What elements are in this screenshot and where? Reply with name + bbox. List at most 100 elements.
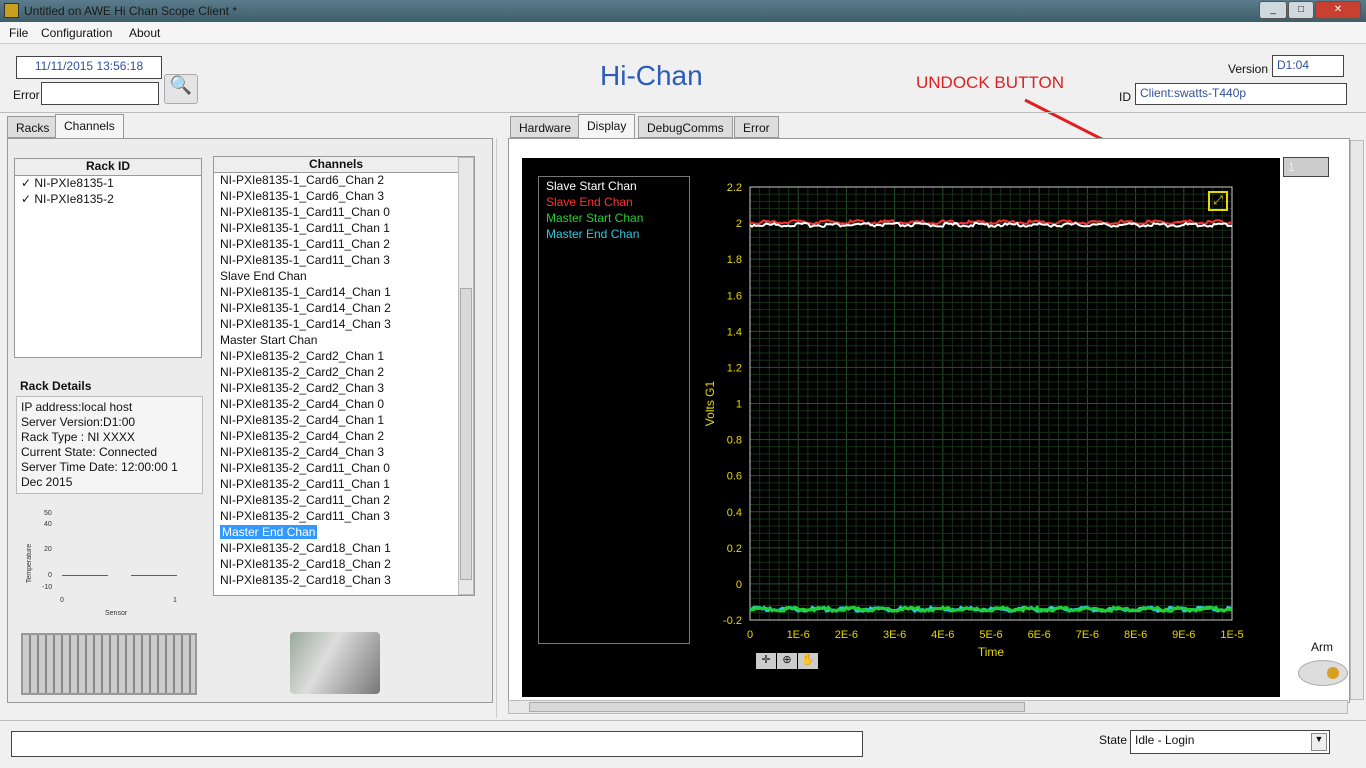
channel-item[interactable]: NI-PXIe8135-2_Card4_Chan 3: [214, 445, 474, 461]
channels-header: Channels: [214, 157, 458, 173]
y-tick-label: 1.2: [727, 362, 742, 374]
channel-item[interactable]: NI-PXIe8135-1_Card14_Chan 2: [214, 301, 474, 317]
minimize-button[interactable]: _: [1259, 1, 1287, 19]
y-tick-label: 0.2: [727, 543, 742, 555]
y-tick-label: 1.6: [727, 290, 742, 302]
y-tick-label: 1: [736, 399, 742, 411]
h-scroll-thumb[interactable]: [529, 702, 1025, 712]
search-button[interactable]: 🔍: [164, 74, 198, 104]
y-tick-label: -0.2: [723, 615, 742, 627]
graph-palette: ✛ ⊕ ✋: [756, 653, 818, 669]
tab-channels[interactable]: Channels: [55, 114, 124, 138]
card-image: [290, 632, 380, 694]
y-axis-label: Volts G1: [703, 380, 717, 426]
channel-item[interactable]: NI-PXIe8135-2_Card18_Chan 1: [214, 541, 474, 557]
menu-bar: File Configuration About: [0, 22, 1366, 44]
channel-item[interactable]: Master End Chan: [214, 525, 474, 541]
channel-item[interactable]: NI-PXIe8135-2_Card11_Chan 3: [214, 509, 474, 525]
temperature-chart: 50 40 20 0 -10 Temperature 0 1 Sensor: [26, 510, 177, 617]
channel-item[interactable]: NI-PXIe8135-2_Card4_Chan 0: [214, 397, 474, 413]
maximize-button[interactable]: □: [1288, 1, 1314, 19]
x-tick-label: 4E-6: [931, 629, 954, 641]
tab-hardware[interactable]: Hardware: [510, 116, 581, 138]
x-axis-label: Time: [978, 645, 1005, 659]
channel-item[interactable]: NI-PXIe8135-2_Card11_Chan 1: [214, 477, 474, 493]
graph-index[interactable]: 1: [1283, 157, 1329, 177]
menu-configuration[interactable]: Configuration: [41, 26, 112, 40]
channel-list-scrollbar[interactable]: [458, 157, 474, 595]
version-label: Version: [1228, 62, 1269, 76]
cursor-tool-icon[interactable]: ✛: [756, 653, 776, 669]
menu-about[interactable]: About: [129, 26, 160, 40]
scroll-thumb[interactable]: [460, 288, 472, 580]
channel-item[interactable]: Slave End Chan: [214, 269, 474, 285]
x-tick-label: 7E-6: [1076, 629, 1099, 641]
x-tick-label: 2E-6: [835, 629, 858, 641]
waveform-graph: Slave Start Chan Slave End Chan Master Sta…: [522, 158, 1280, 697]
close-button[interactable]: ✕: [1315, 1, 1361, 19]
state-label: State: [1099, 733, 1128, 747]
x-tick-label: 9E-6: [1172, 629, 1195, 641]
y-tick-label: 1.8: [727, 254, 742, 266]
channel-item[interactable]: NI-PXIe8135-1_Card11_Chan 0: [214, 205, 474, 221]
channel-item[interactable]: NI-PXIe8135-1_Card6_Chan 3: [214, 189, 474, 205]
rack-chassis-image: [21, 633, 197, 695]
rack-id-header: Rack ID: [15, 159, 201, 176]
channel-item[interactable]: NI-PXIe8135-2_Card2_Chan 3: [214, 381, 474, 397]
channel-item[interactable]: NI-PXIe8135-1_Card6_Chan 2: [214, 173, 474, 189]
x-tick-label: 0: [747, 629, 753, 641]
chevron-down-icon: ▼: [1311, 733, 1327, 751]
magnifier-icon: 🔍: [169, 75, 193, 95]
window-title: Untitled on AWE Hi Chan Scope Client *: [24, 4, 237, 18]
tab-racks[interactable]: Racks: [7, 116, 59, 138]
arm-label: Arm: [1311, 640, 1333, 654]
x-tick-label: 1E-5: [1220, 629, 1243, 641]
tab-debugcomms[interactable]: DebugComms: [638, 116, 733, 138]
tab-error[interactable]: Error: [734, 116, 779, 138]
title-bar: Untitled on AWE Hi Chan Scope Client * _…: [0, 0, 1366, 22]
menu-file[interactable]: File: [9, 26, 28, 40]
channel-item[interactable]: NI-PXIe8135-1_Card14_Chan 1: [214, 285, 474, 301]
y-tick-label: 0.6: [727, 471, 742, 483]
channel-item[interactable]: NI-PXIe8135-2_Card18_Chan 2: [214, 557, 474, 573]
error-label: Error: [13, 88, 40, 102]
zoom-tool-icon[interactable]: ⊕: [777, 653, 797, 669]
app-icon: [4, 3, 19, 18]
rack-item[interactable]: ✓ NI-PXIe8135-1: [15, 176, 201, 192]
horizontal-scrollbar[interactable]: [508, 700, 1348, 714]
rack-details-box: IP address:local host Server Version:D1:0…: [16, 396, 203, 494]
error-field[interactable]: [41, 82, 159, 105]
channel-item[interactable]: NI-PXIe8135-2_Card4_Chan 2: [214, 429, 474, 445]
datetime-display: 11/11/2015 13:56:18: [16, 56, 162, 79]
x-tick-label: 1E-6: [787, 629, 810, 641]
rack-list[interactable]: Rack ID ✓ NI-PXIe8135-1 ✓ NI-PXIe8135-2: [14, 158, 202, 358]
plot-area: 2.2 2 1.8 1.6 1.4 1.2 1 0.8 0.6 0.4 0.2 0 -0.2 0 1E-6 2…: [703, 182, 1244, 659]
pan-tool-icon[interactable]: ✋: [798, 653, 818, 669]
y-tick-label: 2: [736, 218, 742, 230]
channel-item[interactable]: NI-PXIe8135-1_Card14_Chan 3: [214, 317, 474, 333]
channel-item[interactable]: Master Start Chan: [214, 333, 474, 349]
app-title: Hi-Chan: [600, 60, 703, 91]
rack-item[interactable]: ✓ NI-PXIe8135-2: [15, 192, 201, 208]
channel-item[interactable]: NI-PXIe8135-2_Card4_Chan 1: [214, 413, 474, 429]
channel-item[interactable]: NI-PXIe8135-2_Card18_Chan 3: [214, 573, 474, 589]
x-tick-label: 8E-6: [1124, 629, 1147, 641]
undock-button[interactable]: ⤢: [1208, 191, 1228, 211]
status-message: [11, 731, 863, 757]
channel-item[interactable]: NI-PXIe8135-2_Card2_Chan 1: [214, 349, 474, 365]
channel-item[interactable]: NI-PXIe8135-2_Card11_Chan 2: [214, 493, 474, 509]
channel-list[interactable]: Channels NI-PXIe8135-1_Card6_Chan 2 NI-PX…: [213, 156, 475, 596]
version-field: D1:04: [1272, 55, 1344, 77]
channel-item[interactable]: NI-PXIe8135-2_Card2_Chan 2: [214, 365, 474, 381]
arm-button[interactable]: [1298, 660, 1348, 686]
channel-item[interactable]: NI-PXIe8135-1_Card11_Chan 1: [214, 221, 474, 237]
y-tick-label: 2.2: [727, 182, 742, 194]
channel-item[interactable]: NI-PXIe8135-2_Card11_Chan 0: [214, 461, 474, 477]
undock-icon: ⤢: [1213, 193, 1223, 207]
channel-item[interactable]: NI-PXIe8135-1_Card11_Chan 3: [214, 253, 474, 269]
tab-display[interactable]: Display: [578, 114, 636, 138]
state-dropdown[interactable]: Idle - Login ▼: [1130, 730, 1330, 754]
vertical-scrollbar[interactable]: [1350, 140, 1364, 700]
channel-item[interactable]: NI-PXIe8135-1_Card11_Chan 2: [214, 237, 474, 253]
y-tick-label: 0: [736, 579, 742, 591]
